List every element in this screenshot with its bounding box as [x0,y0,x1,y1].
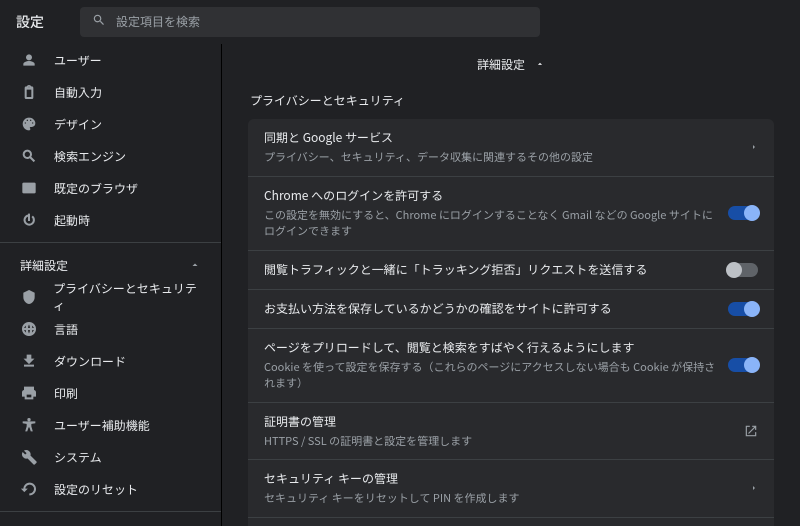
sidebar-item-label: ユーザー [54,52,102,69]
chevron-up-icon [535,59,545,69]
sidebar-item-downloads[interactable]: ダウンロード [0,345,221,377]
settings-row-subtitle: Cookie を使って設定を保存する（これらのページにアクセスしない場合も Co… [264,359,716,392]
settings-row[interactable]: お支払い方法を保存しているかどうかの確認をサイトに許可する [248,289,774,328]
settings-row-subtitle: この設定を無効にすると、Chrome にログインすることなく Gmail などの… [264,207,716,240]
sidebar-item-autofill[interactable]: 自動入力 [0,76,221,108]
sidebar-item-label: 言語 [54,321,78,338]
search-input[interactable] [116,15,528,29]
advanced-section-toggle[interactable]: 詳細設定 [248,52,774,76]
sidebar-item-system[interactable]: システム [0,441,221,473]
sidebar-item-search-engine[interactable]: 検索エンジン [0,140,221,172]
sidebar-item-label: 起動時 [54,212,90,229]
settings-row[interactable]: Chrome へのログインを許可するこの設定を無効にすると、Chrome にログ… [248,176,774,250]
browser-icon [20,179,38,197]
globe-icon [20,320,38,338]
sidebar-item-appearance[interactable]: デザイン [0,108,221,140]
settings-row-subtitle: プライバシー、セキュリティ、データ収集に関連するその他の設定 [264,149,738,166]
settings-row[interactable]: 閲覧トラフィックと一緒に「トラッキング拒否」リクエストを送信する [248,250,774,289]
sidebar-item-on-startup[interactable]: 起動時 [0,204,221,236]
chevron-up-icon [189,259,201,271]
chevron-right-icon [750,141,758,153]
privacy-settings-card: 同期と Google サービスプライバシー、セキュリティ、データ収集に関連するそ… [248,119,774,526]
open-external-icon [744,424,758,438]
settings-row-title: Chrome へのログインを許可する [264,187,716,205]
sidebar-item-label: デザイン [54,116,102,133]
chevron-right-icon [750,482,758,494]
power-icon [20,211,38,229]
print-icon [20,384,38,402]
settings-row-title: セキュリティ キーの管理 [264,470,738,488]
settings-row[interactable]: ページをプリロードして、閲覧と検索をすばやく行えるようにします Cookie を使… [248,328,774,402]
sidebar-item-label: ユーザー補助機能 [54,417,150,434]
divider [0,242,221,243]
settings-row-subtitle: セキュリティ キーをリセットして PIN を作成します [264,490,738,507]
sidebar-item-label: 設定のリセット [54,481,138,498]
sidebar-item-label: システム [54,449,102,466]
toggle-switch[interactable] [728,358,758,372]
settings-row-title: お支払い方法を保存しているかどうかの確認をサイトに許可する [264,300,716,318]
settings-row-title: ページをプリロードして、閲覧と検索をすばやく行えるようにします [264,339,716,357]
advanced-section-label: 詳細設定 [477,56,525,73]
person-icon [20,51,38,69]
sidebar-item-label: プライバシーとセキュリティ [53,280,201,314]
accessibility-icon [20,416,38,434]
settings-row-subtitle: HTTPS / SSL の証明書と設定を管理します [264,433,732,450]
download-icon [20,352,38,370]
clipboard-icon [20,83,38,101]
app-title: 設定 [16,12,44,32]
sidebar-item-label: 既定のブラウザ [54,180,138,197]
divider [0,511,221,512]
sidebar-item-label: ダウンロード [54,353,126,370]
sidebar-item-reset[interactable]: 設定のリセット [0,473,221,505]
toggle-switch[interactable] [728,206,758,220]
settings-row[interactable]: 証明書の管理 HTTPS / SSL の証明書と設定を管理します [248,402,774,460]
settings-row[interactable]: セキュリティ キーの管理セキュリティ キーをリセットして PIN を作成します [248,459,774,517]
sidebar-advanced-label: 詳細設定 [20,257,68,274]
main-content: 詳細設定 プライバシーとセキュリティ 同期と Google サービスプライバシー… [222,44,800,526]
settings-row-title: 閲覧トラフィックと一緒に「トラッキング拒否」リクエストを送信する [264,261,716,279]
settings-row[interactable]: 同期と Google サービスプライバシー、セキュリティ、データ収集に関連するそ… [248,119,774,176]
sidebar-item-privacy[interactable]: プライバシーとセキュリティ [0,281,221,313]
section-title-privacy: プライバシーとセキュリティ [250,92,774,109]
wrench-icon [20,448,38,466]
sidebar-extensions[interactable]: 拡張機能 [0,518,221,526]
toggle-switch[interactable] [728,263,758,277]
settings-row-title: 証明書の管理 [264,413,732,431]
restore-icon [20,480,38,498]
sidebar-item-languages[interactable]: 言語 [0,313,221,345]
sidebar-item-accessibility[interactable]: ユーザー補助機能 [0,409,221,441]
search-box[interactable] [80,7,540,37]
sidebar-item-label: 検索エンジン [54,148,126,165]
settings-row-title: 同期と Google サービス [264,129,738,147]
sidebar-advanced-header[interactable]: 詳細設定 [0,249,221,281]
settings-row[interactable]: サイトの設定ウェブサイトに使用を許可する情報や、表示してもよいコンテンツを管理し… [248,517,774,526]
search-icon [20,147,38,165]
sidebar-item-user[interactable]: ユーザー [0,44,221,76]
sidebar-item-default-browser[interactable]: 既定のブラウザ [0,172,221,204]
sidebar: ユーザー 自動入力 デザイン 検索エンジン 既定のブラウザ 起動時 詳細設定 [0,44,222,526]
shield-icon [20,288,37,306]
sidebar-item-label: 自動入力 [54,84,102,101]
palette-icon [20,115,38,133]
sidebar-item-printing[interactable]: 印刷 [0,377,221,409]
toggle-switch[interactable] [728,302,758,316]
sidebar-item-label: 印刷 [54,385,78,402]
search-icon [92,13,106,31]
